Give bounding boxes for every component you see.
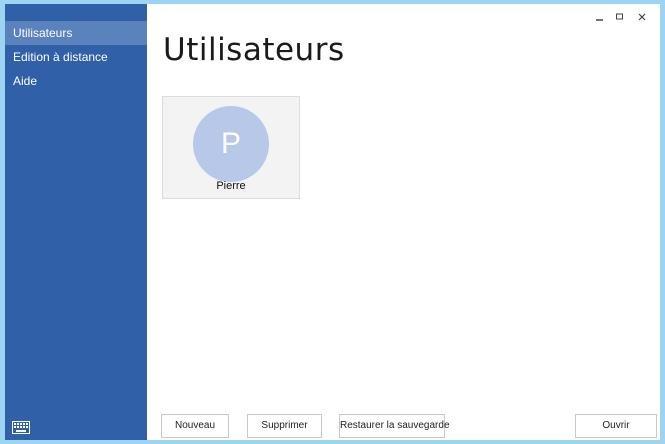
sidebar-item-label: Edition à distance [13, 50, 108, 64]
minimize-button[interactable] [593, 10, 607, 24]
new-button[interactable]: Nouveau [161, 414, 229, 438]
restore-backup-button[interactable]: Restaurer la sauvegarde [339, 414, 450, 438]
sidebar-item-label: Utilisateurs [13, 26, 73, 40]
close-button[interactable] [635, 10, 649, 24]
open-button[interactable]: Ouvrir [575, 414, 657, 438]
sidebar-item-edition-a-distance[interactable]: Edition à distance [5, 45, 147, 69]
maximize-button[interactable] [613, 10, 627, 24]
close-icon [638, 13, 646, 21]
avatar: P [193, 106, 269, 182]
delete-button[interactable]: Supprimer [247, 414, 322, 438]
user-card[interactable]: P Pierre [162, 96, 300, 199]
keyboard-icon[interactable] [12, 421, 30, 434]
main-panel: Utilisateurs P Pierre Nouveau Supprimer … [147, 4, 660, 440]
sidebar-menu: Utilisateurs Edition à distance Aide [5, 21, 147, 93]
user-name: Pierre [216, 180, 246, 192]
sidebar: Utilisateurs Edition à distance Aide [5, 4, 147, 440]
sidebar-item-aide[interactable]: Aide [5, 69, 147, 93]
sidebar-item-utilisateurs[interactable]: Utilisateurs [5, 21, 147, 45]
app-window: Utilisateurs Edition à distance Aide Uti… [0, 0, 665, 444]
page-title: Utilisateurs [163, 32, 345, 68]
sidebar-item-label: Aide [13, 74, 38, 88]
maximize-icon [616, 13, 623, 20]
minimize-icon [596, 19, 603, 21]
